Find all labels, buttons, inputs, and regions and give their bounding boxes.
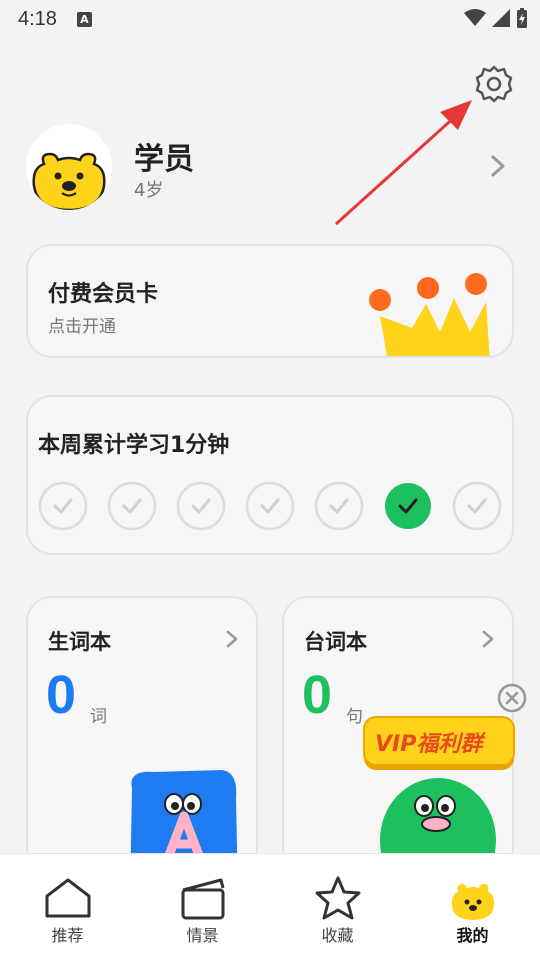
vip-group-badge[interactable]: VIP福利群	[363, 716, 515, 772]
wordbook-unit: 词	[90, 707, 107, 727]
nav-label: 收藏	[321, 926, 354, 945]
bear-face-icon	[451, 884, 495, 920]
profile-row[interactable]: 学员 4岁	[26, 124, 516, 212]
day-checkin-done	[385, 483, 431, 529]
day-checkin-empty	[176, 481, 226, 531]
profile-age: 4岁	[134, 180, 164, 201]
star-icon	[315, 876, 361, 920]
promo-close-button[interactable]	[497, 683, 527, 713]
settings-button[interactable]	[474, 64, 514, 104]
nav-item-scenes[interactable]: 情景	[135, 854, 270, 954]
status-bar: 4:18 A	[0, 0, 540, 38]
avatar[interactable]	[26, 124, 112, 210]
chevron-right-icon	[226, 630, 238, 648]
bear-face-icon	[32, 152, 106, 210]
phrasebook-title: 台词本	[304, 630, 367, 654]
phrasebook-unit: 句	[346, 707, 363, 727]
nav-label: 我的	[456, 926, 489, 945]
day-checkin-empty	[38, 481, 88, 531]
vip-group-label: VIP福利群	[375, 732, 483, 757]
vip-card[interactable]: 付费会员卡 点击开通	[26, 244, 514, 358]
day-checkin-empty	[314, 481, 364, 531]
status-time: 4:18	[18, 7, 57, 30]
nav-label: 推荐	[51, 926, 84, 945]
notification-badge: A	[76, 11, 92, 27]
profile-name: 学员	[134, 142, 194, 177]
nav-item-favorites[interactable]: 收藏	[270, 854, 405, 954]
nav-item-mine[interactable]: 我的	[405, 854, 540, 954]
status-icons	[464, 8, 528, 28]
chevron-right-icon	[491, 155, 505, 177]
gear-icon	[475, 65, 513, 103]
wordbook-count: 0	[46, 665, 77, 725]
wordbook-title: 生词本	[48, 630, 111, 654]
weekly-checkins	[38, 481, 506, 531]
weekly-study-title: 本周累计学习1分钟	[38, 433, 230, 458]
phrasebook-count: 0	[302, 665, 333, 725]
nav-label: 情景	[186, 926, 219, 945]
nav-item-recommend[interactable]: 推荐	[0, 854, 135, 954]
wordbook-card[interactable]: 生词本 0 词	[26, 596, 258, 896]
clapperboard-icon	[181, 878, 225, 920]
battery-icon	[517, 8, 527, 28]
day-checkin-empty	[452, 481, 502, 531]
chevron-right-icon	[482, 630, 494, 648]
vip-card-subtitle: 点击开通	[48, 317, 116, 337]
crown-icon	[369, 273, 490, 356]
day-checkin-empty	[107, 481, 157, 531]
weekly-study-card: 本周累计学习1分钟	[26, 395, 514, 555]
house-icon	[45, 878, 91, 918]
wifi-icon	[464, 9, 486, 26]
day-checkin-empty	[245, 481, 295, 531]
vip-card-title: 付费会员卡	[48, 282, 159, 307]
bottom-nav: 推荐 情景 收藏 我的	[0, 853, 540, 960]
signal-icon	[492, 9, 510, 27]
close-icon	[497, 683, 527, 713]
